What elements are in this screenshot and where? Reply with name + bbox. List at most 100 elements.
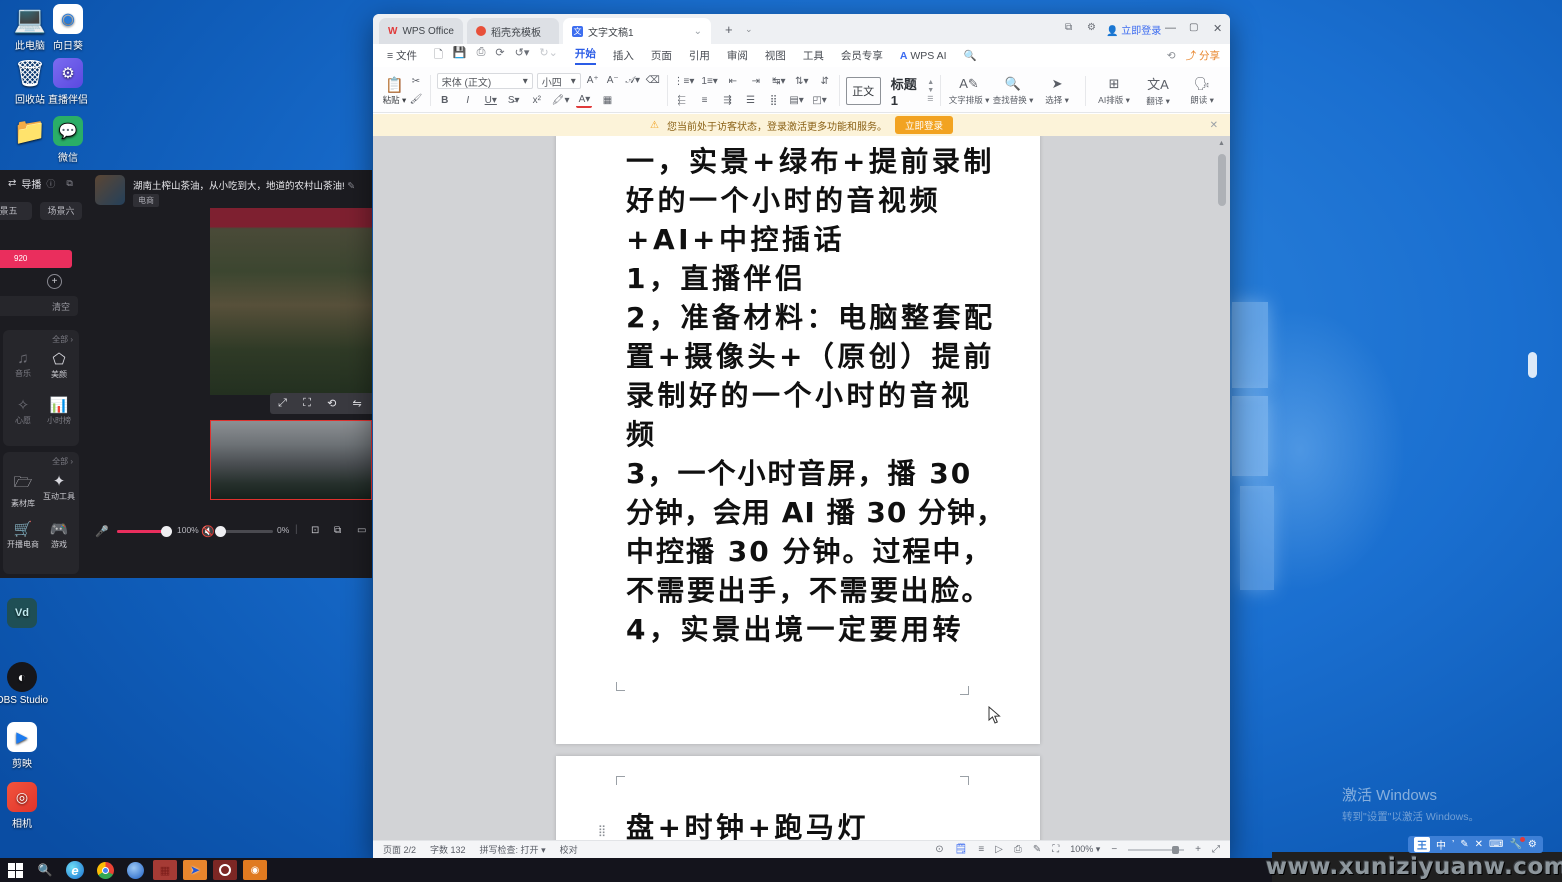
close-button[interactable]: ✕ xyxy=(1213,22,1222,35)
document-scrollbar[interactable]: ▲ xyxy=(1217,138,1228,838)
ime-pen-icon[interactable]: ✎ xyxy=(1460,839,1468,850)
menu-page[interactable]: 页面 xyxy=(651,48,672,63)
strikethrough-icon[interactable]: S̶▾ xyxy=(506,93,522,108)
ime-close-icon[interactable]: ✕ xyxy=(1475,839,1483,850)
text-effect-icon[interactable]: 𝒜▾ xyxy=(625,73,641,88)
tab-list-caret[interactable]: ⌄ xyxy=(745,24,753,35)
ime-mode-chinese[interactable]: 中 xyxy=(1436,837,1446,852)
record-icon[interactable]: ▭ xyxy=(357,525,366,536)
minimize-button[interactable]: — xyxy=(1165,22,1176,34)
outline-view-icon[interactable]: ≡ xyxy=(978,844,984,855)
menu-wps-ai[interactable]: A WPS AI xyxy=(900,50,947,62)
new-tab-button[interactable]: + xyxy=(725,22,733,37)
ime-keyboard-icon[interactable]: ⌨ xyxy=(1489,839,1503,850)
indent-icon[interactable]: ⇥ xyxy=(748,74,764,89)
scene-tab-5[interactable]: 场景五 xyxy=(0,202,32,220)
maximize-button[interactable]: ▢ xyxy=(1189,22,1198,33)
find-replace-tool[interactable]: 🔍查找替换 ▾ xyxy=(991,76,1035,106)
scrollbar-thumb[interactable] xyxy=(1218,154,1226,206)
style-normal[interactable]: 正文 xyxy=(846,77,881,105)
number-list-icon[interactable]: 1≡▾ xyxy=(701,74,717,89)
align-right-icon[interactable]: ⇶ xyxy=(720,93,736,108)
taskbar-browser-icon[interactable] xyxy=(120,858,150,882)
beauty-icon[interactable]: ⬠ xyxy=(43,350,75,368)
speaker-muted-icon[interactable]: 🔇 xyxy=(201,525,215,538)
play-view-icon[interactable]: ▷ xyxy=(995,844,1003,855)
scroll-up-icon[interactable]: ▲ xyxy=(1218,140,1225,147)
align-center-icon[interactable]: ≡ xyxy=(697,93,713,108)
flip-horizontal-icon[interactable]: ⇋ xyxy=(353,397,362,410)
accessibility-icon[interactable]: ⊙ xyxy=(935,844,943,855)
document-area[interactable]: 一，实景+绿布+提前录制 好的一个小时的音视频 +AI+中控插话 1，直播伴侣 … xyxy=(373,136,1230,840)
interactive-tools-icon[interactable]: ✦ xyxy=(43,472,75,490)
desktop-icon-vdesk[interactable]: Vd xyxy=(0,598,58,631)
document-page-2[interactable]: ⣿ 盘+时钟+跑马灯 xyxy=(556,756,1040,840)
speaker-volume-slider[interactable] xyxy=(217,530,273,533)
menu-insert[interactable]: 插入 xyxy=(613,48,634,63)
decrease-font-icon[interactable]: A⁻ xyxy=(605,73,621,88)
taskbar-search-icon[interactable]: 🔍 xyxy=(30,858,60,882)
desktop-icon-wechat[interactable]: 💬 微信 xyxy=(32,116,104,164)
shading-icon[interactable]: ◰▾ xyxy=(812,93,828,108)
desktop-icon-camera[interactable]: ◎ 相机 xyxy=(0,782,58,830)
style-more-icon[interactable]: ☰ xyxy=(927,95,934,103)
menu-reference[interactable]: 引用 xyxy=(689,48,710,63)
outdent-icon[interactable]: ⇤ xyxy=(725,74,741,89)
share-button[interactable]: ⤴ 分享 xyxy=(1186,48,1220,63)
collab-icon[interactable]: ⟲ xyxy=(1167,50,1176,62)
start-button[interactable] xyxy=(0,858,30,882)
style-heading1[interactable]: 标题 1 xyxy=(891,74,918,108)
ime-punctuation-icon[interactable]: ’ xyxy=(1452,839,1454,850)
login-entry[interactable]: 👤 立即登录 xyxy=(1106,22,1161,37)
taskbar-live-companion-icon[interactable]: ➤ xyxy=(180,858,210,882)
taskbar-chrome-icon[interactable] xyxy=(90,858,120,882)
more-link[interactable]: 全部 › xyxy=(52,334,73,345)
format-painter-icon[interactable]: 🖌 xyxy=(408,92,424,107)
ai-typeset-tool[interactable]: ⊞AI排版 ▾ xyxy=(1092,76,1136,106)
zoom-value[interactable]: 100% ▾ xyxy=(1070,844,1100,855)
layout-icon[interactable]: ⧉ xyxy=(1065,22,1072,33)
fit-icon[interactable]: ⛶ xyxy=(303,397,311,410)
menu-view[interactable]: 视图 xyxy=(765,48,786,63)
tab-caret-icon[interactable]: ⌄ xyxy=(694,26,702,37)
font-color-icon[interactable]: A▾ xyxy=(576,93,592,108)
help-icon[interactable]: ⓘ xyxy=(46,177,55,190)
mic-icon[interactable]: 🎤 xyxy=(95,525,109,538)
clear-button[interactable]: 清空 xyxy=(52,300,70,313)
switch-icon[interactable]: ⇄ xyxy=(8,178,16,189)
rotate-left-icon[interactable]: ⟲ xyxy=(327,397,336,410)
sidebar-handle[interactable] xyxy=(1528,352,1537,378)
paragraph-handle[interactable]: ⣿ xyxy=(598,824,606,837)
playlist-item-active[interactable]: 920 xyxy=(0,250,72,268)
desktop-icon-obs[interactable]: ◐ OBS Studio xyxy=(0,662,58,706)
pip-icon[interactable]: ⧉ xyxy=(334,525,341,536)
wish-icon[interactable]: ✧ xyxy=(7,396,39,414)
taskbar-app-red-icon[interactable]: ▦ xyxy=(150,858,180,882)
font-size-select[interactable]: 小四▾ xyxy=(537,73,581,89)
fit-page-icon[interactable]: ⛶ xyxy=(1052,844,1059,855)
proofread[interactable]: 校对 xyxy=(560,843,578,856)
menu-home[interactable]: 开始 xyxy=(575,46,596,65)
print-icon[interactable]: ⎙ xyxy=(477,46,486,65)
align-left-icon[interactable]: ⬱ xyxy=(674,93,690,108)
increase-font-icon[interactable]: A⁺ xyxy=(585,73,601,88)
rank-icon[interactable]: 📊 xyxy=(43,396,75,414)
select-tool[interactable]: ➤选择 ▾ xyxy=(1035,76,1079,106)
style-down-icon[interactable]: ▼ xyxy=(927,87,934,94)
read-aloud-tool[interactable]: 🗣朗读 ▾ xyxy=(1180,76,1224,106)
ecommerce-icon[interactable]: 🛒 xyxy=(7,520,39,538)
zoom-in-icon[interactable]: + xyxy=(1195,844,1201,855)
paste-icon[interactable]: 📋 xyxy=(385,76,404,94)
char-shading-icon[interactable]: ▦ xyxy=(599,93,615,108)
style-up-icon[interactable]: ▲ xyxy=(927,79,934,86)
translate-tool[interactable]: 文A翻译 ▾ xyxy=(1136,74,1180,107)
bullet-list-icon[interactable]: ⋮≡▾ xyxy=(674,74,695,89)
line-spacing-icon[interactable]: ⇅▾ xyxy=(794,74,810,89)
fullscreen-icon[interactable]: ⤢ xyxy=(1212,844,1220,855)
cut-icon[interactable]: ✂ xyxy=(408,74,424,89)
notice-login-button[interactable]: 立即登录 xyxy=(895,116,953,134)
new-doc-icon[interactable]: 🗋 xyxy=(434,46,443,65)
undo-icon[interactable]: ↺▾ xyxy=(515,46,530,65)
redo-icon[interactable]: ↻⌄ xyxy=(539,46,557,65)
ime-toolbox-icon[interactable]: 🔧 xyxy=(1509,839,1521,850)
